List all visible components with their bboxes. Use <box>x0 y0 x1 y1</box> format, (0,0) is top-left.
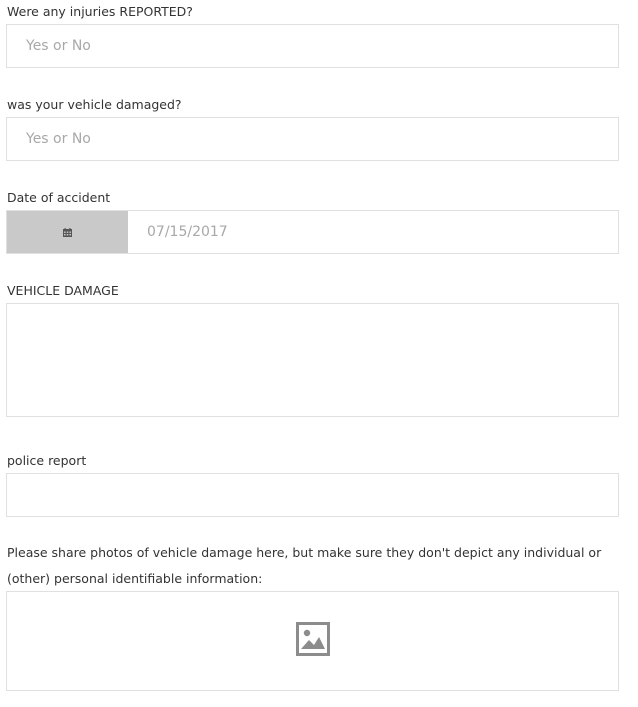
injuries-input[interactable] <box>26 25 608 67</box>
date-of-accident-field[interactable] <box>6 210 619 254</box>
photos-label-line1: Please share photos of vehicle damage he… <box>7 545 602 560</box>
injuries-field[interactable] <box>6 24 619 68</box>
vehicle-damage-label: VEHICLE DAMAGE <box>7 283 119 298</box>
police-report-input[interactable] <box>26 474 608 516</box>
vehicle-damaged-input[interactable] <box>26 118 608 160</box>
date-of-accident-label: Date of accident <box>7 190 111 205</box>
calendar-icon <box>63 227 72 237</box>
vehicle-damage-textarea[interactable] <box>7 304 618 416</box>
date-of-accident-input[interactable] <box>147 211 608 253</box>
photo-upload-area[interactable] <box>6 591 619 691</box>
date-picker-button[interactable] <box>7 211 128 253</box>
image-icon <box>295 622 330 660</box>
police-report-label: police report <box>7 453 87 468</box>
police-report-field[interactable] <box>6 473 619 517</box>
vehicle-damaged-field[interactable] <box>6 117 619 161</box>
vehicle-damaged-label: was your vehicle damaged? <box>7 97 182 112</box>
vehicle-damage-field[interactable] <box>6 303 619 417</box>
injuries-label: Were any injuries REPORTED? <box>7 4 193 19</box>
photos-label-line2: (other) personal identifiable informatio… <box>7 571 263 586</box>
